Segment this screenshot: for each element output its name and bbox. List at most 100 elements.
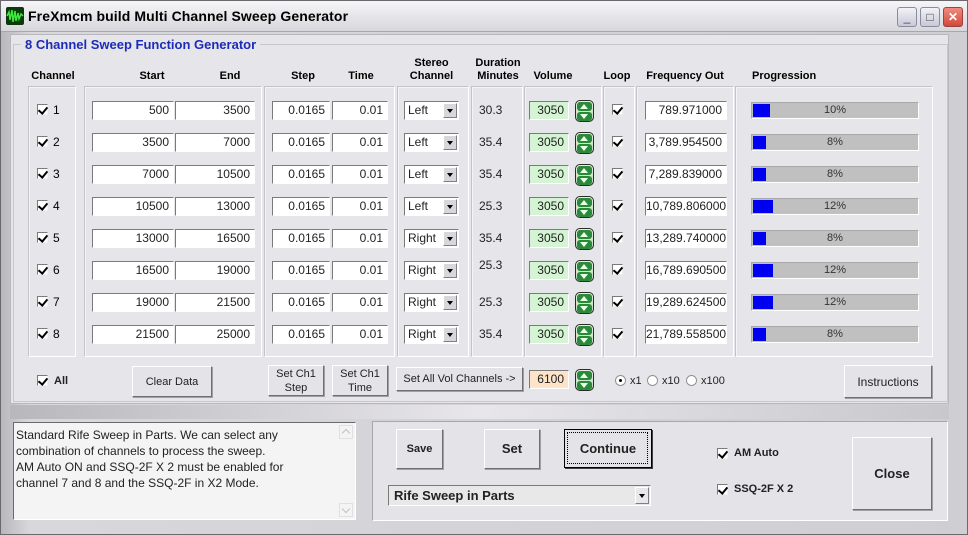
volume-spinner[interactable] — [575, 292, 594, 314]
channel-enable-checkbox[interactable] — [37, 104, 48, 115]
spin-down-icon[interactable] — [577, 272, 592, 281]
time-field[interactable]: 0.01 — [332, 197, 388, 216]
loop-checkbox[interactable] — [612, 104, 623, 115]
step-field[interactable]: 0.0165 — [272, 197, 330, 216]
all-volume-spinner[interactable] — [575, 369, 594, 391]
spin-down-icon[interactable] — [577, 144, 592, 153]
notes-textarea[interactable]: Standard Rife Sweep in Parts. We can sel… — [13, 422, 356, 520]
scroll-down-icon[interactable] — [339, 503, 353, 517]
volume-field[interactable]: 3050 — [529, 261, 569, 280]
start-frequency-field[interactable]: 7000 — [92, 165, 174, 184]
set-button[interactable]: Set — [484, 429, 540, 469]
step-field[interactable]: 0.0165 — [272, 165, 330, 184]
chevron-down-icon[interactable] — [443, 103, 457, 118]
spin-up-icon[interactable] — [577, 102, 592, 111]
set-ch1-step-button[interactable]: Set Ch1 Step — [268, 365, 324, 396]
time-field[interactable]: 0.01 — [332, 293, 388, 312]
time-field[interactable]: 0.01 — [332, 325, 388, 344]
end-frequency-field[interactable]: 19000 — [175, 261, 255, 280]
set-all-vol-button[interactable]: Set All Vol Channels -> — [396, 367, 523, 391]
time-field[interactable]: 0.01 — [332, 261, 388, 280]
step-field[interactable]: 0.0165 — [272, 229, 330, 248]
spin-up-icon[interactable] — [577, 134, 592, 143]
stereo-channel-select[interactable]: Left — [404, 133, 459, 152]
spin-down-icon[interactable] — [577, 336, 592, 345]
channel-enable-checkbox[interactable] — [37, 296, 48, 307]
loop-checkbox[interactable] — [612, 168, 623, 179]
spin-up-icon[interactable] — [577, 230, 592, 239]
channel-enable-checkbox[interactable] — [37, 168, 48, 179]
step-field[interactable]: 0.0165 — [272, 261, 330, 280]
start-frequency-field[interactable]: 10500 — [92, 197, 174, 216]
preset-dropdown[interactable]: Rife Sweep in Parts — [388, 485, 651, 506]
end-frequency-field[interactable]: 16500 — [175, 229, 255, 248]
multiplier-radio-x10[interactable] — [647, 375, 658, 386]
stereo-channel-select[interactable]: Left — [404, 165, 459, 184]
end-frequency-field[interactable]: 13000 — [175, 197, 255, 216]
channel-enable-checkbox[interactable] — [37, 232, 48, 243]
spin-down-icon[interactable] — [577, 304, 592, 313]
spin-down-icon[interactable] — [577, 240, 592, 249]
start-frequency-field[interactable]: 13000 — [92, 229, 174, 248]
channel-enable-checkbox[interactable] — [37, 264, 48, 275]
chevron-down-icon[interactable] — [443, 135, 457, 150]
end-frequency-field[interactable]: 21500 — [175, 293, 255, 312]
spin-down-icon[interactable] — [577, 176, 592, 185]
volume-spinner[interactable] — [575, 228, 594, 250]
chevron-down-icon[interactable] — [443, 263, 457, 278]
channel-enable-checkbox[interactable] — [37, 200, 48, 211]
volume-spinner[interactable] — [575, 100, 594, 122]
stereo-channel-select[interactable]: Right — [404, 293, 459, 312]
all-channels-checkbox[interactable] — [37, 375, 48, 386]
start-frequency-field[interactable]: 3500 — [92, 133, 174, 152]
chevron-down-icon[interactable] — [443, 231, 457, 246]
stereo-channel-select[interactable]: Left — [404, 197, 459, 216]
loop-checkbox[interactable] — [612, 232, 623, 243]
start-frequency-field[interactable]: 500 — [92, 101, 174, 120]
start-frequency-field[interactable]: 16500 — [92, 261, 174, 280]
title-bar[interactable]: FreXmcm build Multi Channel Sweep Genera… — [1, 1, 967, 32]
continue-button[interactable]: Continue — [564, 429, 652, 468]
start-frequency-field[interactable]: 19000 — [92, 293, 174, 312]
stereo-channel-select[interactable]: Right — [404, 229, 459, 248]
ssq-2f-x2-checkbox[interactable] — [717, 484, 728, 495]
start-frequency-field[interactable]: 21500 — [92, 325, 174, 344]
spin-down-icon[interactable] — [577, 208, 592, 217]
clear-data-button[interactable]: Clear Data — [132, 366, 212, 397]
stereo-channel-select[interactable]: Left — [404, 101, 459, 120]
channel-enable-checkbox[interactable] — [37, 328, 48, 339]
stereo-channel-select[interactable]: Right — [404, 325, 459, 344]
all-volume-field[interactable]: 6100 — [529, 370, 569, 389]
channel-enable-checkbox[interactable] — [37, 136, 48, 147]
volume-spinner[interactable] — [575, 196, 594, 218]
step-field[interactable]: 0.0165 — [272, 101, 330, 120]
spin-down-icon[interactable] — [577, 112, 592, 121]
am-auto-checkbox[interactable] — [717, 448, 728, 459]
spin-up-icon[interactable] — [577, 371, 592, 380]
close-button[interactable]: Close — [852, 437, 932, 510]
loop-checkbox[interactable] — [612, 200, 623, 211]
scroll-up-icon[interactable] — [339, 425, 353, 439]
volume-spinner[interactable] — [575, 260, 594, 282]
spin-up-icon[interactable] — [577, 262, 592, 271]
volume-spinner[interactable] — [575, 324, 594, 346]
chevron-down-icon[interactable] — [443, 327, 457, 342]
volume-field[interactable]: 3050 — [529, 293, 569, 312]
time-field[interactable]: 0.01 — [332, 101, 388, 120]
spin-down-icon[interactable] — [577, 381, 592, 390]
volume-spinner[interactable] — [575, 132, 594, 154]
step-field[interactable]: 0.0165 — [272, 133, 330, 152]
end-frequency-field[interactable]: 7000 — [175, 133, 255, 152]
end-frequency-field[interactable]: 25000 — [175, 325, 255, 344]
time-field[interactable]: 0.01 — [332, 165, 388, 184]
loop-checkbox[interactable] — [612, 296, 623, 307]
chevron-down-icon[interactable] — [443, 199, 457, 214]
spin-up-icon[interactable] — [577, 166, 592, 175]
spin-up-icon[interactable] — [577, 198, 592, 207]
window-close-button[interactable]: ✕ — [943, 7, 963, 27]
volume-field[interactable]: 3050 — [529, 101, 569, 120]
step-field[interactable]: 0.0165 — [272, 325, 330, 344]
chevron-down-icon[interactable] — [635, 487, 649, 504]
stereo-channel-select[interactable]: Right — [404, 261, 459, 280]
time-field[interactable]: 0.01 — [332, 133, 388, 152]
